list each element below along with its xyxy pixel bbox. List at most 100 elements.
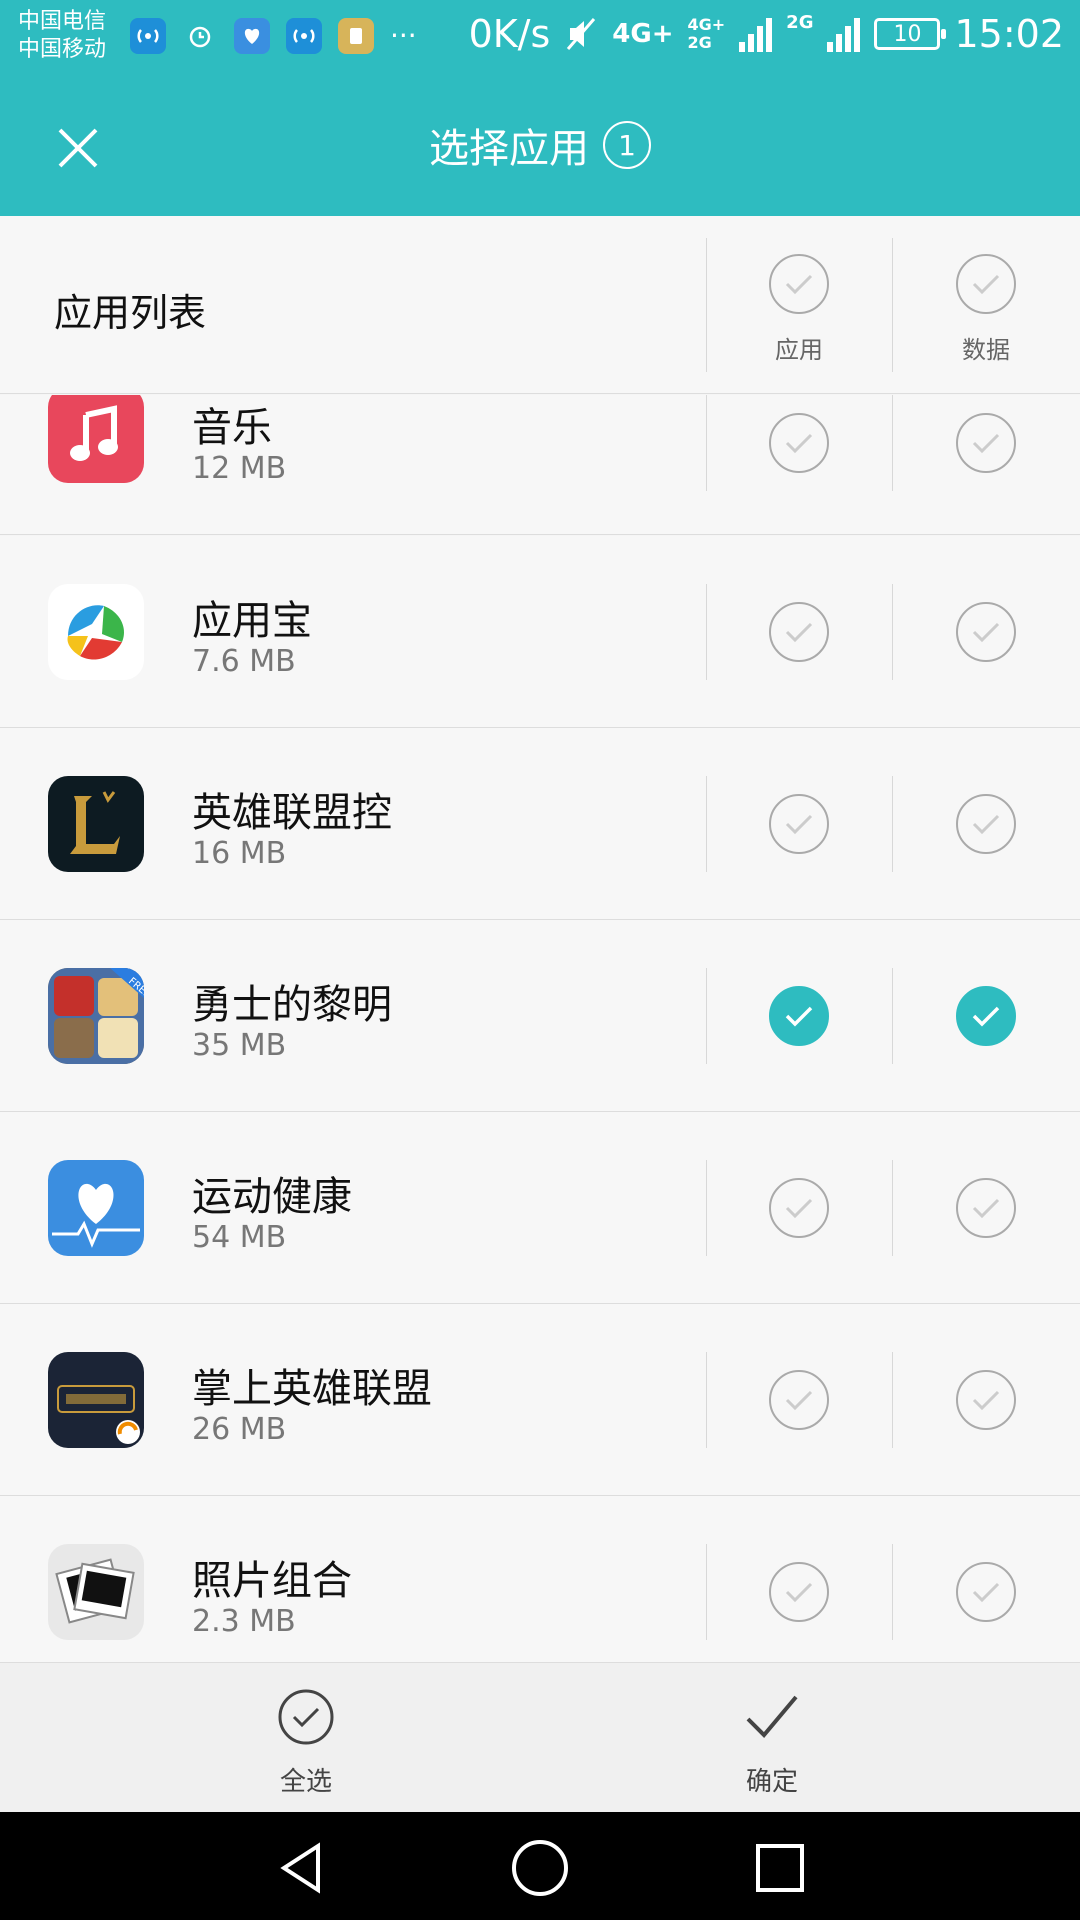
row-divider: [892, 395, 893, 491]
confirm-check-icon: [746, 1695, 798, 1738]
app-checkbox[interactable]: [769, 794, 829, 854]
data-checkbox[interactable]: [956, 1370, 1016, 1430]
lol-pocket-icon: [48, 1352, 144, 1448]
select-all-apps-checkbox[interactable]: [769, 254, 829, 314]
check-icon: [785, 814, 813, 835]
back-button[interactable]: [270, 1836, 334, 1900]
check-icon: [972, 274, 1000, 295]
row-divider: [892, 584, 893, 680]
app-name: 音乐: [192, 405, 272, 451]
notification-icons: ···: [130, 18, 417, 54]
select-all-icon: [278, 1689, 334, 1745]
app-size: 2.3 MB: [192, 1604, 296, 1639]
app-list[interactable]: 音乐 12 MB 应用宝 7.6 MB 英雄联盟控 16 MB FREE 勇士的…: [0, 395, 1080, 1662]
select-all-label: 全选: [279, 1767, 332, 1797]
timer-icon: [182, 18, 218, 54]
game-icon: FREE: [48, 968, 144, 1064]
wifi-share-icon: [130, 18, 166, 54]
list-item[interactable]: 英雄联盟控 16 MB: [0, 728, 1080, 920]
more-notifications-icon: ···: [390, 19, 417, 52]
carrier-2: 中国移动: [18, 37, 107, 62]
net-speed: 0K/s: [468, 12, 551, 56]
list-item[interactable]: 照片组合 2.3 MB: [0, 1496, 1080, 1662]
list-item[interactable]: 掌上英雄联盟 26 MB: [0, 1304, 1080, 1496]
battery-level: 10: [893, 21, 922, 47]
data-checkbox-checked[interactable]: [956, 986, 1016, 1046]
list-header: 应用列表 应用 数据: [0, 216, 1080, 394]
app-name: 应用宝: [192, 598, 312, 644]
selected-count-badge: 1: [603, 121, 651, 169]
row-divider: [706, 395, 707, 491]
app-checkbox[interactable]: [769, 1562, 829, 1622]
app-size: 26 MB: [192, 1412, 287, 1447]
carrier-1: 中国电信: [18, 9, 107, 34]
header-divider-1: [706, 238, 707, 372]
home-button[interactable]: [508, 1836, 572, 1900]
mute-icon: [567, 18, 596, 50]
app-store-icon: [48, 584, 144, 680]
app-name: 勇士的黎明: [192, 982, 392, 1028]
data-checkbox[interactable]: [956, 413, 1016, 473]
wifi-share-icon-2: [286, 18, 322, 54]
network-type-3: 2G: [687, 33, 712, 52]
status-right: 0K/s 4G+ 4G+ 2G 2G 10 15:02: [469, 12, 1064, 56]
data-checkbox[interactable]: [956, 794, 1016, 854]
row-divider: [706, 1352, 707, 1448]
app-checkbox[interactable]: [769, 1178, 829, 1238]
app-name: 英雄联盟控: [192, 790, 392, 836]
check-icon: [972, 814, 1000, 835]
recents-button[interactable]: [748, 1836, 812, 1900]
health-notify-icon: [234, 18, 270, 54]
check-icon: [972, 622, 1000, 643]
data-checkbox[interactable]: [956, 602, 1016, 662]
back-icon: [280, 1842, 320, 1894]
check-icon: [785, 1006, 813, 1027]
navigation-bar: [0, 1812, 1080, 1920]
row-divider: [892, 1544, 893, 1640]
app-name: 照片组合: [192, 1558, 352, 1604]
battery-icon: 10: [874, 18, 947, 50]
title-bar: 选择应用 1: [0, 74, 1080, 216]
col-app-header: 应用: [739, 254, 859, 365]
app-checkbox[interactable]: [769, 413, 829, 473]
row-divider: [706, 1544, 707, 1640]
select-all-data-checkbox[interactable]: [956, 254, 1016, 314]
app-name: 运动健康: [192, 1174, 352, 1220]
check-icon: [972, 433, 1000, 454]
row-divider: [892, 968, 893, 1064]
col-data-header: 数据: [926, 254, 1046, 365]
select-all-button[interactable]: 全选: [206, 1687, 406, 1798]
check-icon: [972, 1006, 1000, 1027]
row-divider: [706, 968, 707, 1064]
list-item[interactable]: FREE 勇士的黎明 35 MB: [0, 920, 1080, 1112]
app-size: 16 MB: [192, 836, 287, 871]
app-checkbox[interactable]: [769, 1370, 829, 1430]
list-item[interactable]: 应用宝 7.6 MB: [0, 536, 1080, 728]
check-icon: [785, 1582, 813, 1603]
network-stack-1: 4G+ 2G: [688, 16, 726, 52]
data-checkbox[interactable]: [956, 1178, 1016, 1238]
status-bar: 中国电信 中国移动 ··· 0K/s 4G+ 4G+ 2G 2G 10 15:0…: [0, 0, 1080, 74]
confirm-button[interactable]: 确定: [672, 1687, 872, 1798]
data-checkbox[interactable]: [956, 1562, 1016, 1622]
check-icon: [972, 1198, 1000, 1219]
header-divider-2: [892, 238, 893, 372]
health-icon: [48, 1160, 144, 1256]
home-icon: [512, 1840, 568, 1896]
signal-icon-1: [739, 16, 773, 52]
app-name: 掌上英雄联盟: [192, 1366, 432, 1412]
list-item[interactable]: 运动健康 54 MB: [0, 1112, 1080, 1304]
app-checkbox-checked[interactable]: [769, 986, 829, 1046]
check-icon: [785, 1198, 813, 1219]
app-size: 7.6 MB: [192, 644, 296, 679]
check-icon: [972, 1390, 1000, 1411]
clock: 15:02: [954, 12, 1064, 56]
list-item[interactable]: 音乐 12 MB: [0, 395, 1080, 535]
page-title: 选择应用: [429, 126, 589, 172]
app-checkbox[interactable]: [769, 602, 829, 662]
action-bar: 全选 确定: [0, 1662, 1080, 1812]
check-icon: [785, 1390, 813, 1411]
lol-icon: [48, 776, 144, 872]
music-icon: [48, 395, 144, 483]
row-divider: [706, 1160, 707, 1256]
